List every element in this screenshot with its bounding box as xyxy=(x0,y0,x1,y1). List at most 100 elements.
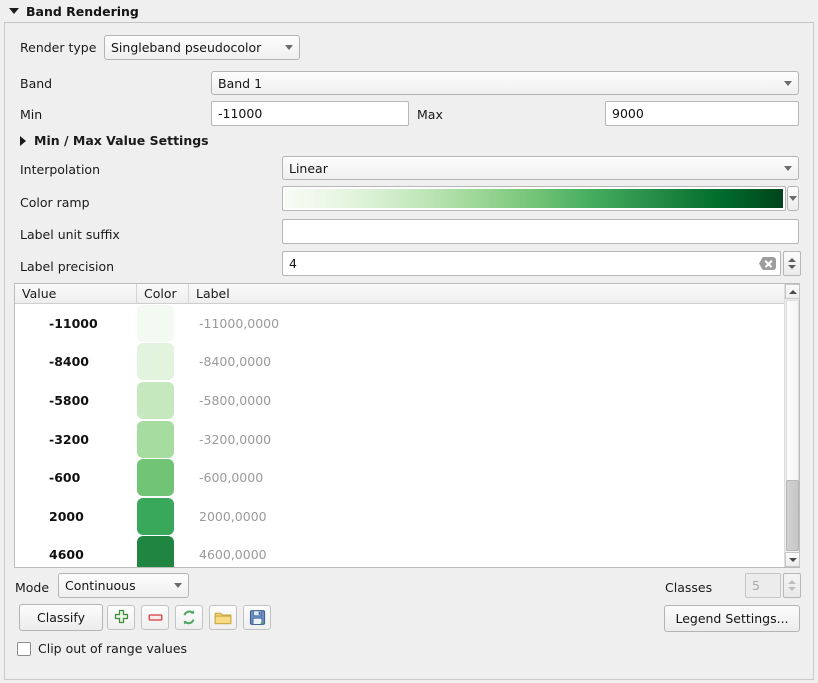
chevron-down-icon xyxy=(174,583,182,588)
cell-value[interactable]: 2000 xyxy=(15,509,137,524)
stepper-down-icon[interactable] xyxy=(788,265,796,269)
remove-entry-button[interactable] xyxy=(141,605,169,630)
cell-label[interactable]: -600,0000 xyxy=(189,470,799,485)
column-header-label[interactable]: Label xyxy=(189,284,799,303)
scroll-up-button[interactable] xyxy=(785,284,800,299)
table-row[interactable]: -11000 -11000,0000 xyxy=(15,304,799,343)
mode-combo[interactable]: Continuous xyxy=(58,573,189,598)
clear-icon[interactable] xyxy=(759,257,776,270)
classes-label: Classes xyxy=(665,580,712,595)
cell-color[interactable] xyxy=(137,459,189,496)
load-colormap-button[interactable] xyxy=(209,605,237,630)
min-value: -11000 xyxy=(218,106,262,121)
color-swatch[interactable] xyxy=(137,459,174,496)
color-ramp-dropdown-button[interactable] xyxy=(787,186,799,211)
cell-value[interactable]: -11000 xyxy=(15,316,137,331)
color-swatch[interactable] xyxy=(137,382,174,419)
cell-label[interactable]: -3200,0000 xyxy=(189,432,799,447)
color-swatch[interactable] xyxy=(137,421,174,458)
table-row[interactable]: 2000 2000,0000 xyxy=(15,497,799,536)
table-row[interactable]: 4600 4600,0000 xyxy=(15,536,799,568)
cell-value[interactable]: -5800 xyxy=(15,393,137,408)
classify-button[interactable]: Classify xyxy=(19,604,103,631)
add-entry-button[interactable] xyxy=(107,605,135,630)
label-precision-value: 4 xyxy=(289,256,759,271)
interpolation-combo[interactable]: Linear xyxy=(282,156,799,180)
triangle-down-icon xyxy=(789,558,797,562)
cell-color[interactable] xyxy=(137,498,189,535)
mode-value: Continuous xyxy=(65,578,168,593)
table-row[interactable]: -5800 -5800,0000 xyxy=(15,381,799,420)
color-ramp-gradient xyxy=(285,189,783,208)
save-colormap-icon xyxy=(249,609,266,626)
label-unit-suffix-input[interactable] xyxy=(282,219,799,244)
band-rendering-panel: Band Rendering Render type Singleband ps… xyxy=(0,0,818,683)
table-vertical-scrollbar[interactable] xyxy=(784,284,799,567)
cell-value[interactable]: -600 xyxy=(15,470,137,485)
label-precision-stepper[interactable] xyxy=(783,251,801,276)
interpolation-label: Interpolation xyxy=(20,162,100,177)
save-colormap-button[interactable] xyxy=(243,605,271,630)
band-label: Band xyxy=(20,76,52,91)
triangle-down-icon xyxy=(9,8,19,14)
scroll-down-button[interactable] xyxy=(785,552,800,567)
color-swatch[interactable] xyxy=(137,343,174,380)
band-combo[interactable]: Band 1 xyxy=(211,71,799,95)
cell-color[interactable] xyxy=(137,421,189,458)
cell-value[interactable]: -3200 xyxy=(15,432,137,447)
color-ramp-label: Color ramp xyxy=(20,195,90,210)
chevron-down-icon xyxy=(789,196,797,201)
label-unit-suffix-label: Label unit suffix xyxy=(20,227,120,242)
cell-label[interactable]: -11000,0000 xyxy=(189,316,799,331)
stepper-down-icon xyxy=(788,587,796,591)
color-ramp-preview[interactable] xyxy=(282,186,786,211)
interpolation-value: Linear xyxy=(289,161,778,176)
min-input[interactable]: -11000 xyxy=(211,101,409,126)
cell-value[interactable]: 4600 xyxy=(15,547,137,562)
min-max-value-settings-label: Min / Max Value Settings xyxy=(34,133,209,148)
legend-settings-button[interactable]: Legend Settings... xyxy=(664,605,800,632)
table-row[interactable]: -8400 -8400,0000 xyxy=(15,343,799,382)
cell-color[interactable] xyxy=(137,382,189,419)
color-swatch[interactable] xyxy=(137,305,174,342)
table-row[interactable]: -3200 -3200,0000 xyxy=(15,420,799,459)
sort-entries-button[interactable] xyxy=(175,605,203,630)
classes-value: 5 xyxy=(752,578,760,593)
cell-value[interactable]: -8400 xyxy=(15,354,137,369)
chevron-down-icon xyxy=(784,81,792,86)
cell-label[interactable]: 2000,0000 xyxy=(189,509,799,524)
column-header-value[interactable]: Value xyxy=(15,284,137,303)
color-swatch[interactable] xyxy=(137,536,174,568)
clip-out-of-range-checkbox[interactable] xyxy=(17,642,31,656)
load-colormap-icon xyxy=(214,610,232,626)
cell-color[interactable] xyxy=(137,536,189,568)
column-header-color[interactable]: Color xyxy=(137,284,189,303)
color-swatch[interactable] xyxy=(137,498,174,535)
min-max-value-settings-group[interactable]: Min / Max Value Settings xyxy=(20,133,209,148)
label-precision-label: Label precision xyxy=(20,259,114,274)
max-value: 9000 xyxy=(612,106,644,121)
cell-color[interactable] xyxy=(137,343,189,380)
cell-label[interactable]: -5800,0000 xyxy=(189,393,799,408)
classes-stepper xyxy=(783,573,801,598)
render-type-combo[interactable]: Singleband pseudocolor xyxy=(104,35,300,60)
stepper-up-icon[interactable] xyxy=(788,258,796,262)
page-title: Band Rendering xyxy=(26,4,139,19)
cell-color[interactable] xyxy=(137,305,189,342)
band-rendering-group-header[interactable]: Band Rendering xyxy=(0,0,818,22)
remove-entry-icon xyxy=(147,609,164,626)
table-header-row: Value Color Label xyxy=(15,284,799,304)
color-map-table[interactable]: Value Color Label -11000 -11000,0000 -8400… xyxy=(14,283,800,568)
min-label: Min xyxy=(20,107,42,122)
table-row[interactable]: -600 -600,0000 xyxy=(15,458,799,497)
panel-frame: Render type Singleband pseudocolor Band … xyxy=(4,22,814,680)
max-input[interactable]: 9000 xyxy=(605,101,799,126)
render-type-label: Render type xyxy=(20,40,96,55)
triangle-up-icon xyxy=(789,290,797,294)
cell-label[interactable]: 4600,0000 xyxy=(189,547,799,562)
label-precision-input[interactable]: 4 xyxy=(282,251,781,276)
cell-label[interactable]: -8400,0000 xyxy=(189,354,799,369)
scrollbar-thumb[interactable] xyxy=(786,480,799,551)
triangle-right-icon xyxy=(20,136,26,146)
add-entry-icon xyxy=(113,609,130,626)
